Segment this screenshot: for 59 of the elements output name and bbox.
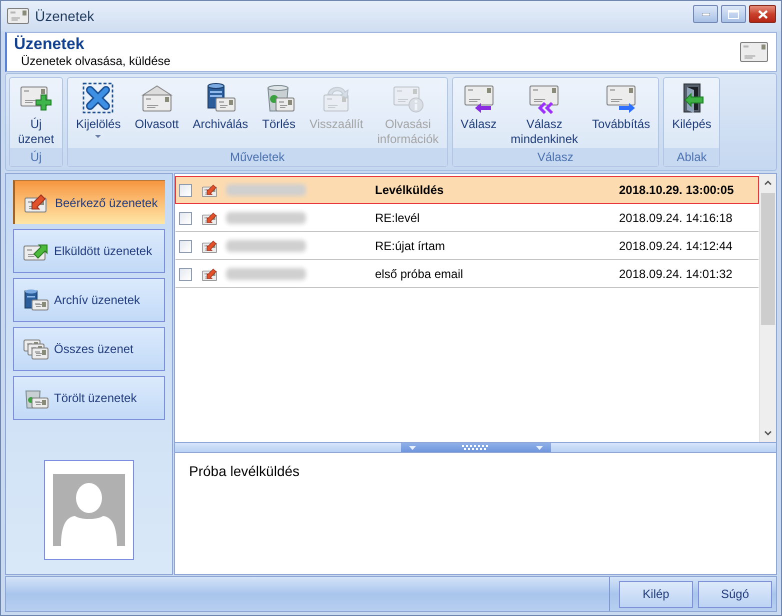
envelope-arrow-icon bbox=[201, 238, 220, 254]
ribbon-button[interactable]: Új üzenet bbox=[11, 78, 62, 148]
ribbon-button[interactable]: Kilépés bbox=[665, 78, 718, 148]
row-checkbox[interactable] bbox=[179, 184, 192, 196]
group-label: Új bbox=[10, 148, 62, 166]
header-subtitle: Üzenetek olvasása, küldése bbox=[20, 54, 170, 68]
avatar-silhouette bbox=[53, 474, 125, 546]
group-label: Műveletek bbox=[68, 148, 447, 166]
maximize-icon bbox=[728, 10, 739, 18]
ribbon-button[interactable]: Törlés bbox=[255, 78, 302, 148]
envelope-arrow-icon bbox=[201, 182, 220, 198]
minimize-button[interactable] bbox=[693, 5, 718, 23]
ribbon-button[interactable]: Válasz bbox=[454, 78, 504, 148]
chevron-up-icon bbox=[764, 180, 772, 185]
envelope-icon bbox=[7, 8, 29, 24]
window-title: Üzenetek bbox=[35, 6, 94, 26]
message-date: 2018.09.24. 14:16:18 bbox=[619, 210, 732, 227]
message-date: 2018.10.29. 13:00:05 bbox=[619, 182, 734, 199]
close-icon bbox=[758, 10, 768, 18]
row-checkbox[interactable] bbox=[179, 268, 192, 280]
x-mark-icon bbox=[82, 82, 114, 114]
envelope-arrow-icon bbox=[201, 266, 220, 282]
sidebar-item[interactable]: Törölt üzenetek bbox=[13, 376, 165, 420]
ribbon-button[interactable]: Válasz mindenkinek bbox=[504, 78, 586, 148]
footer-button[interactable]: Kilép bbox=[619, 580, 693, 608]
sidebar-item[interactable]: Összes üzenet bbox=[13, 327, 165, 371]
sidebar-item[interactable]: Archív üzenetek bbox=[13, 278, 165, 322]
ribbon-button[interactable]: Kijelölés bbox=[69, 78, 128, 148]
message-date: 2018.09.24. 14:01:32 bbox=[619, 266, 732, 283]
message-subject: RE:újat írtam bbox=[375, 238, 446, 255]
stacked-envelopes-icon bbox=[23, 338, 49, 360]
ribbon-button[interactable]: Olvasott bbox=[128, 78, 186, 148]
minimize-icon bbox=[702, 12, 710, 16]
sidebar-item[interactable]: Beérkező üzenetek bbox=[13, 180, 165, 224]
splitter-handle[interactable] bbox=[400, 443, 550, 452]
row-checkbox[interactable] bbox=[179, 212, 192, 224]
group-label: Válasz bbox=[452, 148, 658, 166]
ribbon-button[interactable]: Továbbítás bbox=[585, 78, 658, 148]
scrollbar-thumb[interactable] bbox=[761, 193, 775, 325]
preview-text: Próba levélküldés bbox=[189, 463, 300, 479]
grip-icon bbox=[462, 445, 489, 450]
message-row[interactable]: Levélküldés 2018.10.29. 13:00:05 bbox=[175, 176, 759, 204]
envelope-icon bbox=[740, 42, 768, 62]
message-date: 2018.09.24. 14:12:44 bbox=[619, 238, 732, 255]
header-title: Üzenetek bbox=[14, 36, 86, 54]
close-button[interactable] bbox=[749, 5, 776, 23]
envelope-arrow-icon bbox=[201, 210, 220, 226]
message-subject: első próba email bbox=[375, 266, 464, 283]
caret-icon bbox=[536, 446, 542, 450]
footer-button[interactable]: Súgó bbox=[698, 580, 772, 608]
group-label: Ablak bbox=[664, 148, 720, 166]
sidebar-item[interactable]: Elküldött üzenetek bbox=[13, 229, 165, 273]
caret-icon bbox=[408, 446, 416, 450]
message-subject: Levélküldés bbox=[375, 182, 445, 199]
row-checkbox[interactable] bbox=[179, 240, 192, 252]
server-envelope-icon bbox=[23, 289, 49, 311]
message-subject: RE:levél bbox=[375, 210, 421, 227]
ribbon-button[interactable]: Archiválás bbox=[186, 78, 256, 148]
chevron-down-icon bbox=[764, 431, 772, 436]
